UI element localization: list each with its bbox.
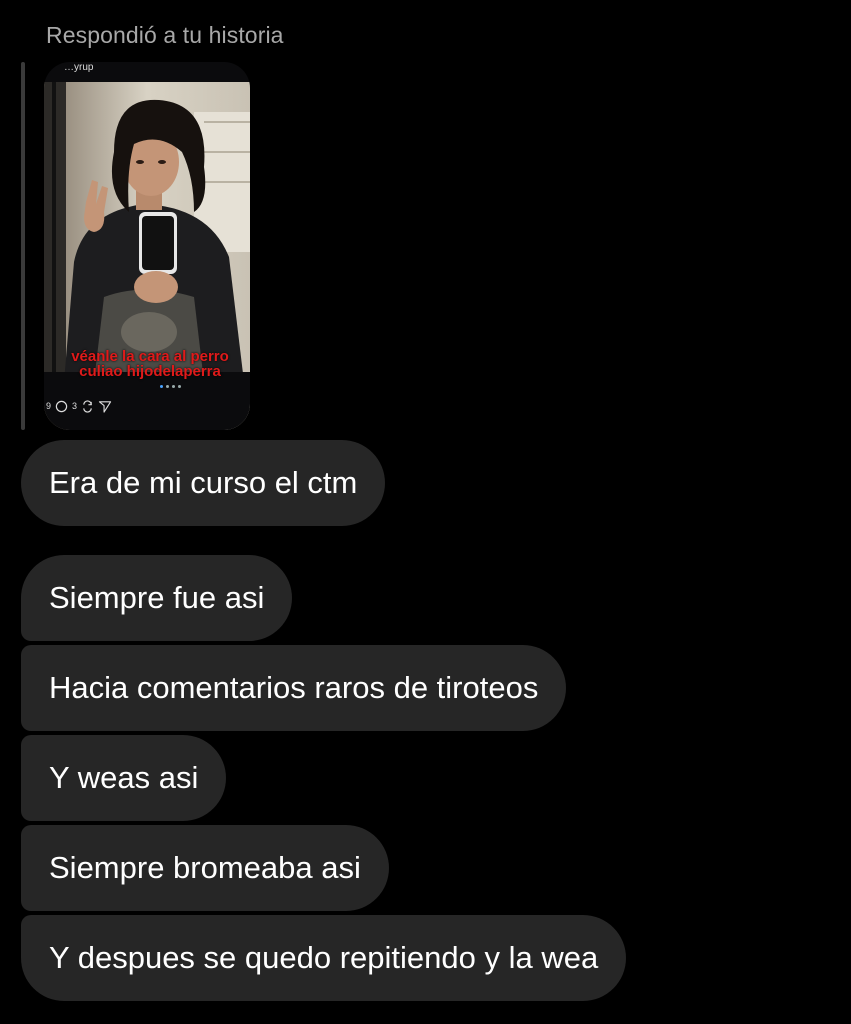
page-dot	[166, 385, 169, 388]
story-username: …yrup	[64, 62, 94, 73]
message-bubble[interactable]: Hacia comentarios raros de tiroteos	[21, 645, 567, 731]
message-bubble[interactable]: Siempre fue asi	[21, 555, 293, 641]
page-dot	[178, 385, 181, 388]
comments-count: 3	[72, 401, 78, 411]
message-bubble[interactable]: Siempre bromeaba asi	[21, 825, 389, 911]
story-caption: véanle la cara al perro culiao hijodelap…	[50, 349, 250, 379]
story-preview-card[interactable]: …yrup véanle la cara al perro culiao hij…	[44, 62, 250, 430]
message-bubble[interactable]: Y weas asi	[21, 735, 227, 821]
story-caption-line-2: culiao hijodelaperra	[79, 363, 221, 380]
message-bubble[interactable]: Era de mi curso el ctm	[21, 440, 386, 526]
page-dot	[160, 385, 163, 388]
likes-count: 9	[46, 401, 52, 411]
share-icon[interactable]	[98, 400, 112, 413]
quote-bar	[21, 62, 25, 430]
page-dot	[172, 385, 175, 388]
story-reply-label: Respondió a tu historia	[46, 22, 284, 48]
repost-icon[interactable]	[81, 399, 94, 413]
message-bubble[interactable]: Y despues se quedo repitiendo y la wea	[21, 915, 627, 1001]
story-actions: 9 3	[46, 398, 112, 414]
story-page-dots	[160, 385, 181, 388]
story-caption-line-1: véanle la cara al perro	[71, 348, 229, 365]
comment-icon[interactable]	[55, 400, 68, 413]
